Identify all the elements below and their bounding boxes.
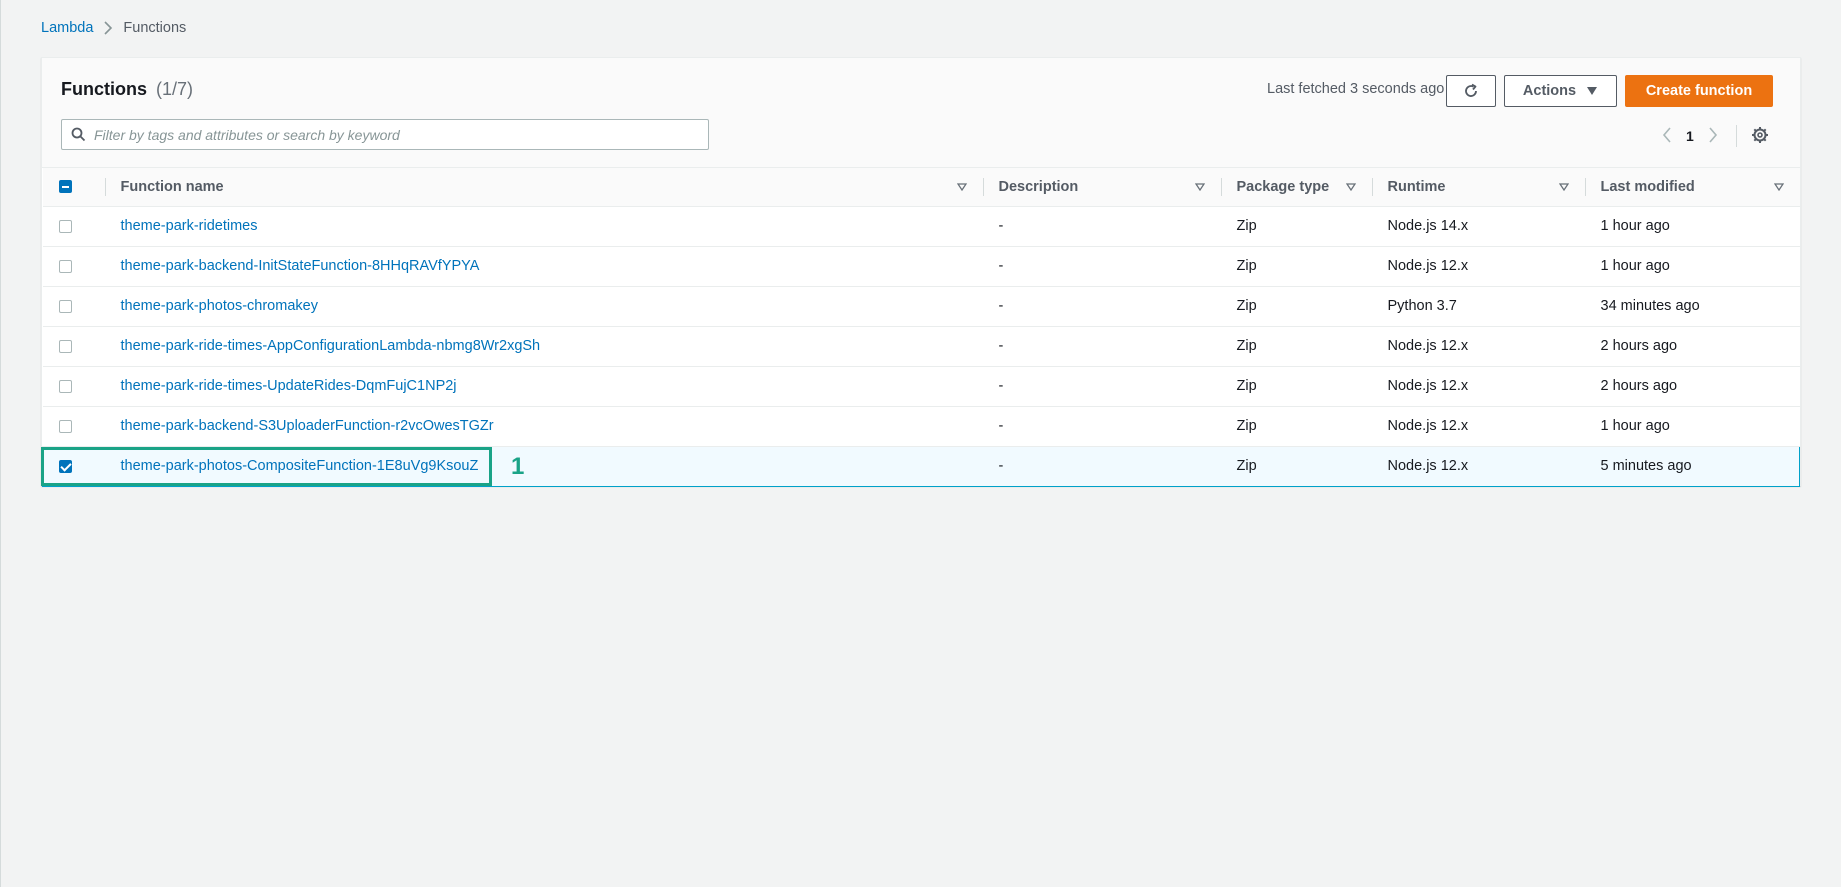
runtime-cell: Python 3.7 xyxy=(1371,286,1585,327)
runtime-cell: Node.js 12.x xyxy=(1371,246,1585,287)
breadcrumb-current: Functions xyxy=(123,20,187,36)
create-function-button[interactable]: Create function xyxy=(1625,75,1773,107)
description-cell: - xyxy=(982,206,1221,247)
row-checkbox[interactable] xyxy=(58,419,72,433)
row-checkbox[interactable] xyxy=(58,379,72,393)
function-name-link[interactable]: theme-park-ride-times-UpdateRides-DqmFuj… xyxy=(121,378,457,394)
pager-divider xyxy=(1735,125,1737,147)
column-label: Runtime xyxy=(1387,178,1446,195)
package-type-cell: Zip xyxy=(1220,246,1372,287)
description-cell: - xyxy=(982,326,1221,367)
select-all-cell xyxy=(42,168,105,207)
annotation-highlight-box xyxy=(41,447,492,486)
sort-icon xyxy=(1194,183,1205,191)
sort-icon xyxy=(1773,183,1784,191)
caret-down-icon xyxy=(1587,87,1598,95)
functions-panel: Functions (1/7) Last fetched 3 seconds a… xyxy=(41,57,1801,487)
chevron-right-icon xyxy=(103,21,113,35)
package-type-cell: Zip xyxy=(1220,406,1372,447)
column-header-last-modified[interactable]: Last modified xyxy=(1584,168,1800,207)
settings-gear-icon[interactable] xyxy=(1751,126,1769,147)
package-type-cell: Zip xyxy=(1220,286,1372,327)
runtime-cell: Node.js 12.x xyxy=(1371,445,1585,487)
runtime-cell: Node.js 14.x xyxy=(1371,206,1585,247)
search-icon xyxy=(71,127,86,142)
table-row[interactable]: theme-park-backend-S3UploaderFunction-r2… xyxy=(42,406,1800,447)
package-type-cell: Zip xyxy=(1220,445,1372,487)
description-cell: - xyxy=(982,366,1221,407)
row-checkbox[interactable] xyxy=(58,219,72,233)
table-row[interactable]: theme-park-ridetimes - Zip Node.js 14.x … xyxy=(42,206,1800,247)
table-row[interactable]: theme-park-backend-InitStateFunction-8HH… xyxy=(42,246,1800,287)
panel-title: Functions (1/7) xyxy=(61,79,193,100)
function-name-link[interactable]: theme-park-ride-times-AppConfigurationLa… xyxy=(121,338,541,354)
last-modified-cell: 34 minutes ago xyxy=(1584,286,1800,327)
last-modified-cell: 1 hour ago xyxy=(1584,406,1800,447)
refresh-icon xyxy=(1465,83,1477,97)
function-name-link[interactable]: theme-park-ridetimes xyxy=(121,218,258,234)
search-field[interactable] xyxy=(61,119,709,150)
package-type-cell: Zip xyxy=(1220,206,1372,247)
panel-title-text: Functions xyxy=(61,79,147,99)
search-input[interactable] xyxy=(94,126,694,143)
row-checkbox[interactable] xyxy=(58,299,72,313)
actions-dropdown-button[interactable]: Actions xyxy=(1504,75,1617,107)
last-modified-cell: 1 hour ago xyxy=(1584,246,1800,287)
runtime-cell: Node.js 12.x xyxy=(1371,366,1585,407)
package-type-cell: Zip xyxy=(1220,326,1372,367)
next-page-icon[interactable] xyxy=(1708,126,1718,146)
description-cell: - xyxy=(982,406,1221,447)
column-header-description[interactable]: Description xyxy=(982,168,1221,207)
table-row[interactable]: theme-park-ride-times-AppConfigurationLa… xyxy=(42,326,1800,367)
refresh-button[interactable] xyxy=(1446,75,1496,107)
runtime-cell: Node.js 12.x xyxy=(1371,406,1585,447)
previous-page-icon[interactable] xyxy=(1662,126,1672,146)
pagination: 1 xyxy=(1662,125,1769,147)
row-checkbox[interactable] xyxy=(58,259,72,273)
description-cell: - xyxy=(982,246,1221,287)
sort-icon xyxy=(1345,183,1356,191)
description-cell: - xyxy=(982,286,1221,327)
function-name-link[interactable]: theme-park-photos-chromakey xyxy=(121,298,318,314)
last-modified-cell: 2 hours ago xyxy=(1584,366,1800,407)
table-header-row: Function name Description Package type R… xyxy=(42,168,1800,207)
description-cell: - xyxy=(982,445,1221,487)
row-checkbox[interactable] xyxy=(58,339,72,353)
column-label: Description xyxy=(998,178,1079,195)
function-name-link[interactable]: theme-park-backend-InitStateFunction-8HH… xyxy=(121,258,480,274)
column-header-package-type[interactable]: Package type xyxy=(1220,168,1372,207)
column-header-function-name[interactable]: Function name xyxy=(104,168,983,207)
package-type-cell: Zip xyxy=(1220,366,1372,407)
panel-header: Functions (1/7) Last fetched 3 seconds a… xyxy=(42,58,1800,168)
breadcrumb-lambda-link[interactable]: Lambda xyxy=(41,20,93,36)
annotation-label: 1 xyxy=(511,453,525,480)
column-label: Package type xyxy=(1236,178,1330,195)
actions-label: Actions xyxy=(1522,83,1577,99)
breadcrumb: Lambda Functions xyxy=(41,20,186,36)
sort-icon xyxy=(1558,183,1569,191)
sort-icon xyxy=(956,183,967,191)
functions-table: Function name Description Package type R… xyxy=(42,168,1800,487)
last-modified-cell: 2 hours ago xyxy=(1584,326,1800,367)
selection-count: (1/7) xyxy=(156,79,194,99)
runtime-cell: Node.js 12.x xyxy=(1371,326,1585,367)
column-label: Function name xyxy=(120,178,224,195)
select-all-checkbox[interactable] xyxy=(58,180,72,194)
last-fetched-text: Last fetched 3 seconds ago xyxy=(1267,81,1445,97)
column-label: Last modified xyxy=(1600,178,1695,195)
last-modified-cell: 5 minutes ago xyxy=(1584,445,1800,487)
function-name-link[interactable]: theme-park-backend-S3UploaderFunction-r2… xyxy=(121,418,494,434)
column-header-runtime[interactable]: Runtime xyxy=(1371,168,1585,207)
page-number-button[interactable]: 1 xyxy=(1686,128,1694,144)
table-row[interactable]: theme-park-ride-times-UpdateRides-DqmFuj… xyxy=(42,366,1800,407)
table-row[interactable]: theme-park-photos-chromakey - Zip Python… xyxy=(42,286,1800,327)
last-modified-cell: 1 hour ago xyxy=(1584,206,1800,247)
